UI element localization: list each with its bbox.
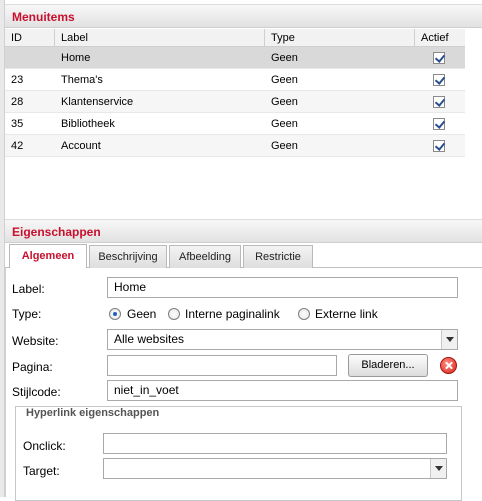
properties-tabs: Algemeen Beschrijving Afbeelding Restric… — [5, 243, 482, 268]
tab-beschrijving[interactable]: Beschrijving — [89, 245, 167, 268]
row-id — [5, 47, 55, 69]
hyperlink-legend: Hyperlink eigenschappen — [22, 407, 164, 419]
actief-checkbox[interactable] — [433, 52, 445, 64]
actief-checkbox[interactable] — [433, 140, 445, 152]
tab-algemeen[interactable]: Algemeen — [9, 244, 87, 268]
row-actief — [415, 113, 465, 135]
row-type: Geen — [271, 96, 298, 108]
table-row[interactable]: Home Geen — [5, 47, 465, 69]
tab-afbeelding[interactable]: Afbeelding — [169, 245, 241, 268]
row-label: Bibliotheek — [61, 118, 115, 130]
label-field-label: Label: — [12, 282, 45, 296]
table-row[interactable]: 42 Account Geen — [5, 135, 465, 157]
onclick-field-label: Onclick: — [23, 439, 66, 453]
type-radio-geen[interactable] — [109, 308, 121, 320]
website-select[interactable]: Alle websites — [107, 329, 458, 350]
row-label: Thema's — [61, 74, 103, 86]
website-field-label: Website: — [12, 334, 59, 348]
actief-checkbox[interactable] — [433, 96, 445, 108]
type-field-label: Type: — [12, 307, 42, 321]
row-actief — [415, 91, 465, 113]
bladeren-button[interactable]: Bladeren... — [348, 354, 428, 377]
row-actief — [415, 47, 465, 69]
column-header-label[interactable]: Label — [55, 29, 265, 47]
row-label: Account — [61, 140, 101, 152]
actief-checkbox[interactable] — [433, 118, 445, 130]
row-label: Klantenservice — [61, 96, 134, 108]
actief-checkbox[interactable] — [433, 74, 445, 86]
pagina-input[interactable] — [107, 355, 337, 376]
menuitems-header: Menuitems — [5, 4, 482, 28]
column-header-id[interactable]: ID — [5, 29, 55, 47]
tab-restrictie[interactable]: Restrictie — [243, 245, 313, 268]
type-option-geen: Geen — [127, 307, 157, 321]
table-row[interactable]: 23 Thema's Geen — [5, 69, 465, 91]
row-type: Geen — [271, 52, 298, 64]
row-id: 35 — [11, 118, 24, 130]
row-type: Geen — [271, 118, 298, 130]
table-row[interactable]: 28 Klantenservice Geen — [5, 91, 465, 113]
row-actief — [415, 69, 465, 91]
row-id: 42 — [11, 140, 24, 152]
pagina-field-label: Pagina: — [12, 360, 53, 374]
menuitems-grid: ID Label Type Actief Home Geen 23 Thema'… — [5, 29, 465, 157]
target-field-label: Target: — [23, 464, 60, 478]
stijlcode-input[interactable]: niet_in_voet — [107, 380, 458, 401]
row-type: Geen — [271, 74, 298, 86]
onclick-input[interactable] — [103, 433, 447, 454]
column-header-type[interactable]: Type — [265, 29, 415, 47]
website-select-value: Alle websites — [114, 332, 185, 346]
eigenschappen-header: Eigenschappen — [5, 219, 482, 243]
stijlcode-field-label: Stijlcode: — [12, 385, 61, 399]
row-id: 23 — [11, 74, 24, 86]
chevron-down-icon[interactable] — [441, 330, 457, 349]
row-label: Home — [61, 52, 91, 64]
eigenschappen-title: Eigenschappen — [12, 225, 101, 239]
clear-icon[interactable] — [440, 357, 457, 374]
grid-header: ID Label Type Actief — [5, 29, 465, 47]
target-select[interactable] — [103, 458, 447, 479]
row-id: 28 — [11, 96, 24, 108]
column-header-actief[interactable]: Actief — [415, 29, 465, 47]
algemeen-panel: Label: Home Type: Geen Interne paginalin… — [5, 268, 482, 501]
row-actief — [415, 135, 465, 157]
row-type: Geen — [271, 140, 298, 152]
type-option-externe-link: Externe link — [315, 307, 378, 321]
type-radio-externe-link[interactable] — [298, 308, 310, 320]
chevron-down-icon[interactable] — [430, 459, 446, 478]
menuitems-title: Menuitems — [12, 10, 75, 24]
type-radio-interne-paginalink[interactable] — [168, 308, 180, 320]
label-input[interactable]: Home — [107, 277, 458, 298]
table-row[interactable]: 35 Bibliotheek Geen — [5, 113, 465, 135]
type-option-interne-paginalink: Interne paginalink — [185, 307, 280, 321]
